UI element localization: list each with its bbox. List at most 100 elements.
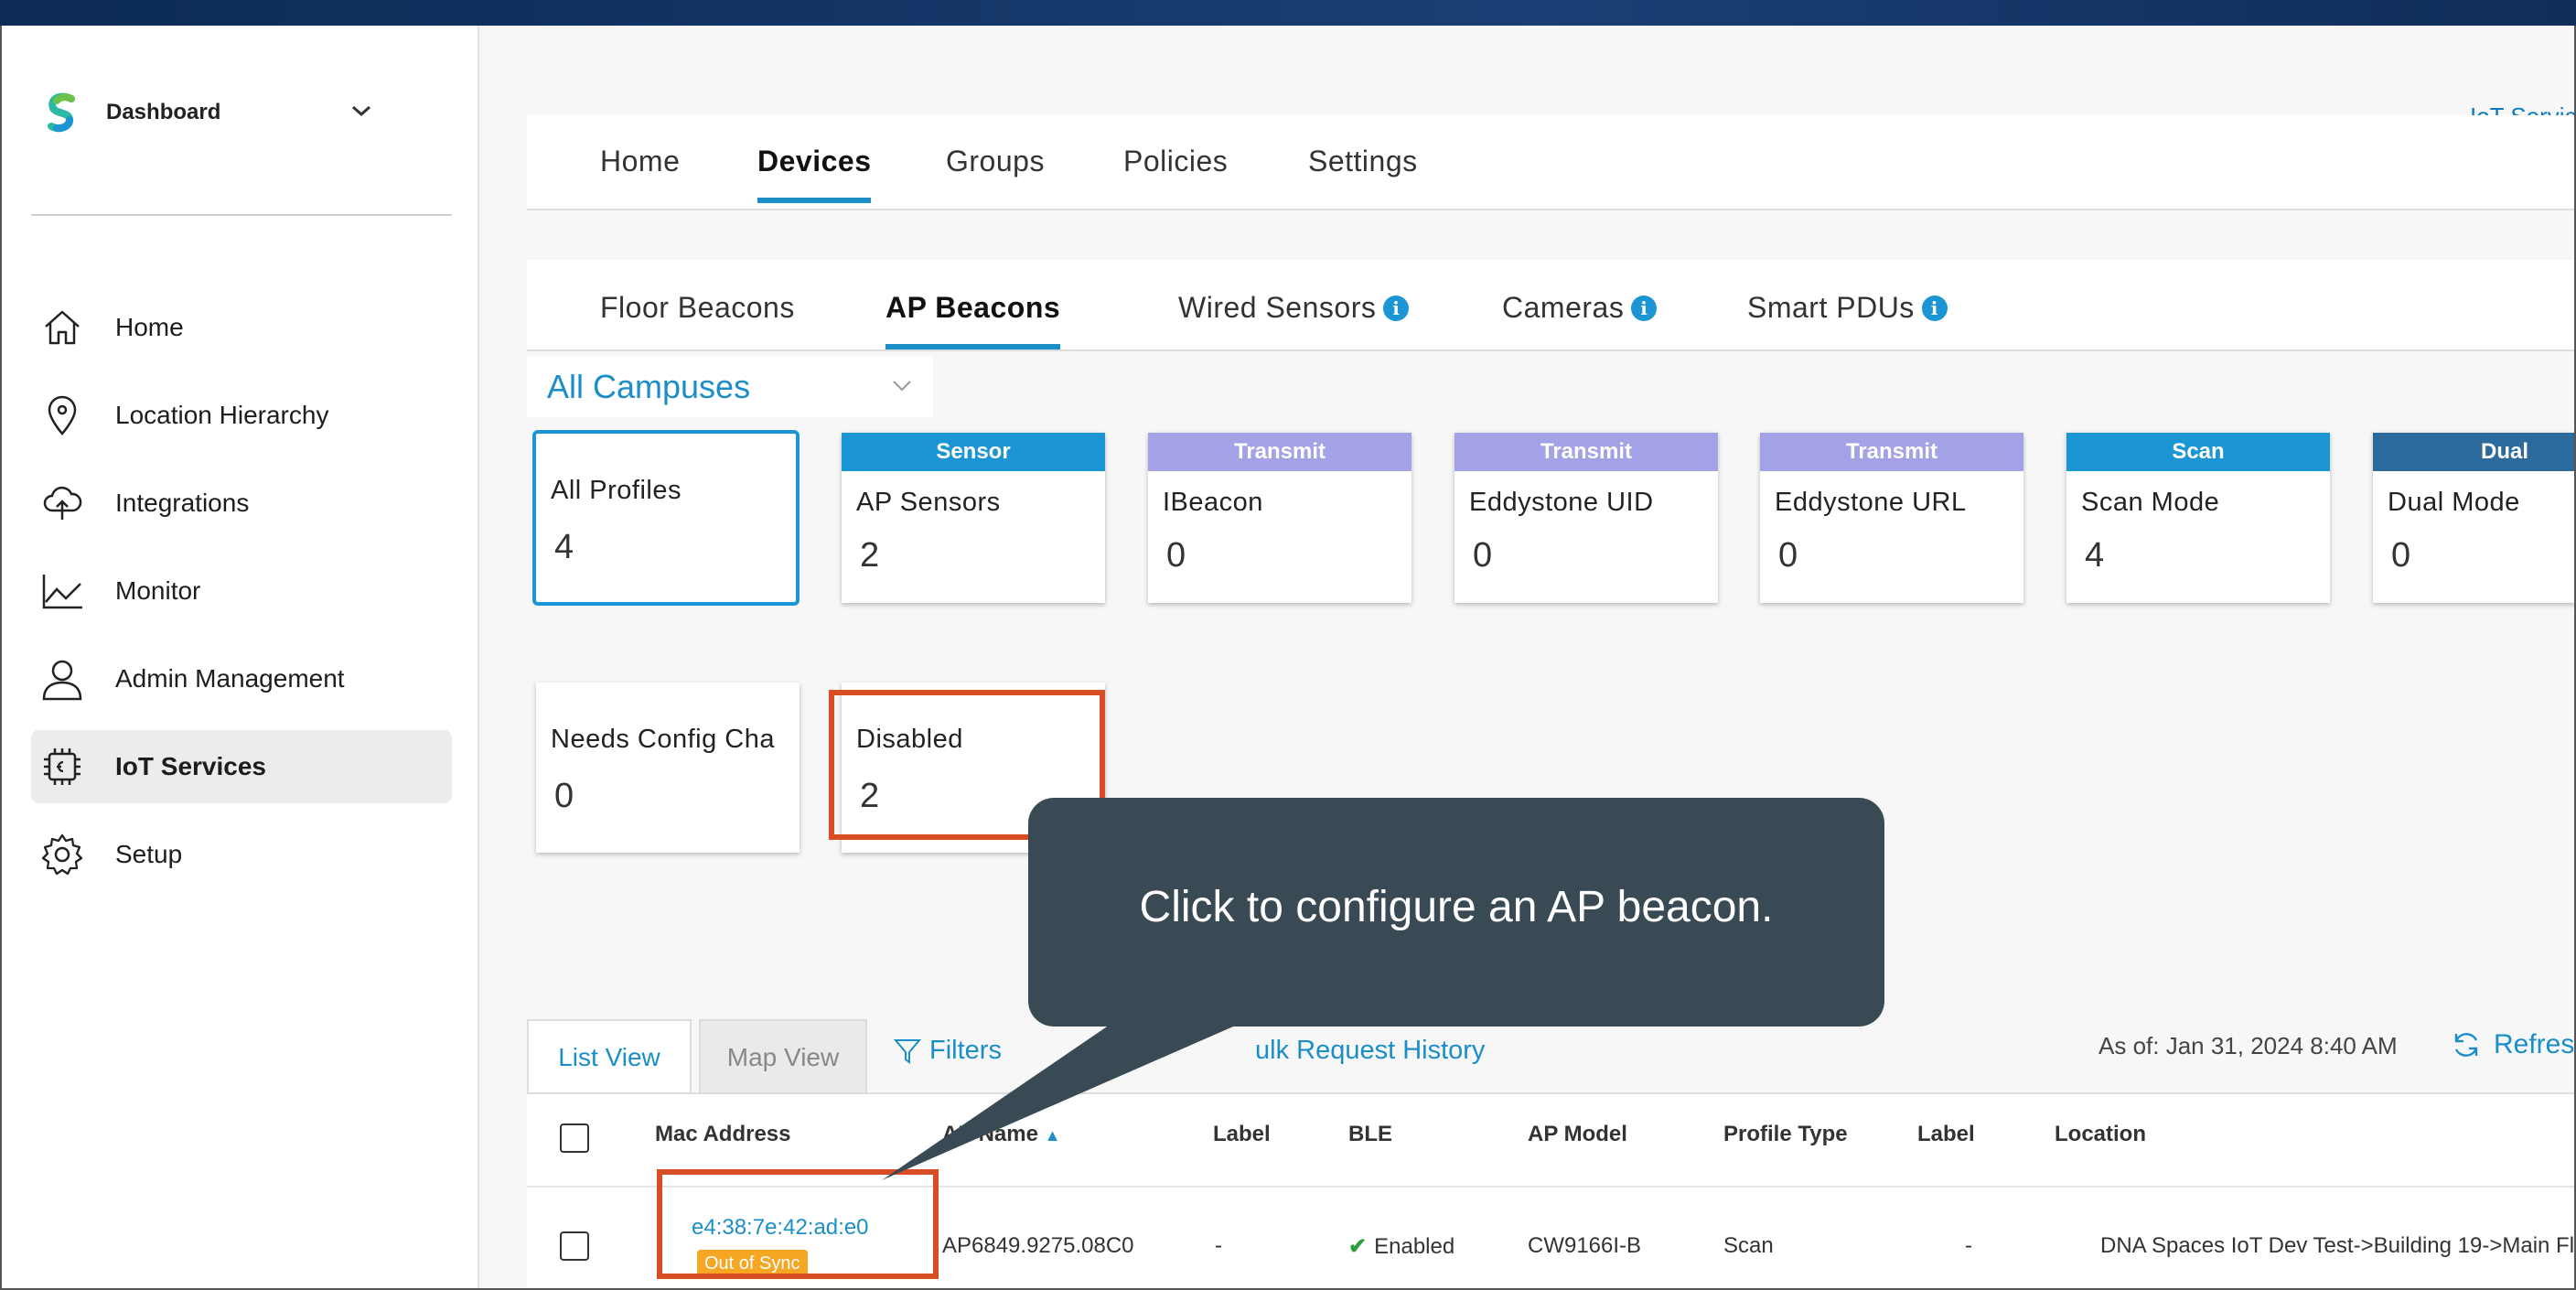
card-title: Scan Mode (2081, 488, 2220, 517)
check-icon: ✔ (1348, 1234, 1368, 1259)
sidebar-item-location-hierarchy[interactable]: Location Hierarchy (31, 379, 452, 452)
as-of-timestamp: As of: Jan 31, 2024 8:40 AM (2098, 1032, 2398, 1059)
card-count: 4 (554, 528, 574, 566)
chevron-down-icon (893, 381, 911, 392)
chip-icon (40, 745, 84, 789)
card-band: Transmit (1454, 433, 1718, 471)
home-icon (40, 306, 84, 349)
cloud-integration-icon (40, 481, 84, 525)
card-title: IBeacon (1163, 488, 1263, 517)
main-tab-bar: Home Devices Groups Policies Settings (527, 115, 2576, 210)
card-count: 2 (860, 536, 880, 575)
column-header[interactable]: Profile Type (1723, 1122, 1848, 1147)
sidebar-item-label: Home (115, 313, 184, 341)
sidebar-item-label: Location Hierarchy (115, 401, 329, 429)
filter-icon (893, 1038, 922, 1064)
tab-list-view[interactable]: List View (527, 1019, 692, 1094)
actions-button[interactable]: Actio (1085, 1036, 1143, 1066)
sidebar-item-label: Setup (115, 840, 183, 868)
tab-map-view[interactable]: Map View (699, 1019, 867, 1094)
tab-policies[interactable]: Policies (1123, 145, 1228, 178)
cell-ble: ✔ Enabled (1348, 1233, 1454, 1260)
location-pin-icon (40, 393, 84, 437)
tab-devices[interactable]: Devices (757, 145, 872, 203)
brand[interactable]: Dashboard (44, 91, 220, 134)
card-title: Needs Config Cha (551, 725, 775, 754)
tab-smart-pdus[interactable]: Smart PDUs i (1747, 291, 1948, 325)
sidebar-item-label: Integrations (115, 489, 250, 517)
refresh-button[interactable]: Refresh (2450, 1028, 2576, 1061)
tab-cameras[interactable]: Cameras i (1502, 291, 1658, 325)
profile-card-scan-mode[interactable]: Scan Scan Mode 4 (2066, 433, 2330, 603)
tab-home[interactable]: Home (600, 145, 680, 178)
sidebar-item-integrations[interactable]: Integrations (31, 467, 452, 540)
column-header[interactable]: Label (1917, 1122, 1975, 1147)
info-icon[interactable]: i (1631, 295, 1658, 321)
sidebar-item-label: Admin Management (115, 664, 345, 693)
device-tab-bar: Floor Beacons AP Beacons Wired Sensors i … (527, 260, 2576, 351)
profile-card-eddystone-url[interactable]: Transmit Eddystone URL 0 (1760, 433, 2023, 603)
sidebar-item-setup[interactable]: Setup (31, 818, 452, 891)
refresh-icon (2454, 1033, 2478, 1057)
sidebar-item-label: Monitor (115, 576, 201, 605)
tab-settings[interactable]: Settings (1308, 145, 1418, 178)
sidebar-item-iot-services[interactable]: IoT Services (31, 730, 452, 803)
callout-text: Click to configure an AP beacon. (1139, 882, 1774, 931)
card-title: Eddystone UID (1469, 488, 1654, 517)
sidebar-item-label: IoT Services (115, 752, 266, 780)
tab-ap-beacons[interactable]: AP Beacons (886, 291, 1061, 349)
cell-ap-model: CW9166I-B (1528, 1233, 1642, 1258)
callout-tooltip: Click to configure an AP beacon. (1028, 798, 1884, 1027)
card-title: All Profiles (551, 476, 682, 505)
card-title: Dual Mode (2388, 488, 2520, 517)
card-count: 0 (2391, 536, 2411, 575)
tab-label: Cameras (1502, 291, 1625, 324)
sidebar-nav: Home Location Hierarchy Integrations Mon… (31, 291, 452, 906)
sidebar-item-monitor[interactable]: Monitor (31, 554, 452, 628)
card-count: 0 (1778, 536, 1798, 575)
tab-wired-sensors[interactable]: Wired Sensors i (1178, 291, 1410, 325)
brand-name: Dashboard (106, 100, 221, 124)
filters-label: Filters (929, 1036, 1002, 1065)
cell-ap-name: AP6849.9275.08C0 (942, 1233, 1134, 1258)
column-header[interactable]: BLE (1348, 1122, 1392, 1147)
profile-card-ibeacon[interactable]: Transmit IBeacon 0 (1148, 433, 1411, 603)
column-header[interactable]: Mac Address (655, 1122, 791, 1147)
profile-card-dual-mode[interactable]: Dual Dual Mode 0 (2373, 433, 2576, 603)
sort-asc-icon: ▲ (1044, 1126, 1061, 1145)
info-icon[interactable]: i (1383, 295, 1410, 321)
card-count: 0 (1473, 536, 1493, 575)
cell-label2: - (1965, 1233, 1972, 1258)
sidebar-divider (31, 214, 452, 216)
cell-label: - (1215, 1233, 1222, 1258)
profile-card-eddystone-uid[interactable]: Transmit Eddystone UID 0 (1454, 433, 1718, 603)
tab-floor-beacons[interactable]: Floor Beacons (600, 291, 795, 325)
sidebar-item-admin-management[interactable]: Admin Management (31, 642, 452, 715)
card-title: AP Sensors (856, 488, 1001, 517)
chevron-down-icon[interactable] (349, 102, 373, 119)
brand-logo-icon (48, 92, 75, 133)
column-header[interactable]: AP Model (1528, 1122, 1627, 1147)
profile-card-all-profiles[interactable]: All Profiles 4 (532, 430, 800, 606)
top-banner (0, 0, 2576, 26)
tab-label: Wired Sensors (1178, 291, 1377, 324)
info-icon[interactable]: i (1921, 295, 1948, 321)
status-card-needs-config[interactable]: Needs Config Cha 0 (536, 683, 800, 853)
column-header[interactable]: AP Name ▲ (942, 1122, 1060, 1147)
row-checkbox[interactable] (560, 1231, 589, 1261)
cell-profile-type: Scan (1723, 1233, 1774, 1258)
filters-button[interactable]: Filters (893, 1036, 1002, 1066)
refresh-label: Refresh (2494, 1029, 2576, 1059)
card-band: Transmit (1760, 433, 2023, 471)
campus-select[interactable]: All Campuses (527, 357, 933, 417)
campus-select-value: All Campuses (547, 368, 751, 405)
sidebar-item-home[interactable]: Home (31, 291, 452, 364)
bulk-request-history-link[interactable]: ulk Request History (1255, 1036, 1485, 1066)
mac-highlight-box (657, 1169, 939, 1279)
tab-groups[interactable]: Groups (946, 145, 1045, 178)
select-all-checkbox[interactable] (560, 1123, 589, 1153)
column-header[interactable]: Location (2055, 1122, 2146, 1147)
profile-card-ap-sensors[interactable]: Sensor AP Sensors 2 (842, 433, 1105, 603)
line-chart-icon (40, 569, 84, 613)
column-header[interactable]: Label (1213, 1122, 1271, 1147)
